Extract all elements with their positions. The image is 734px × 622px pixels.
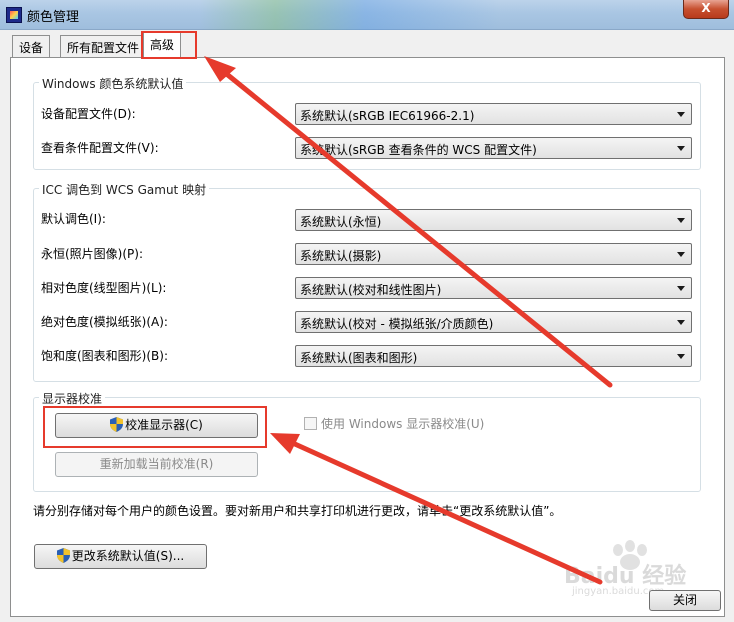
- perceptual-value: 系统默认(摄影): [300, 249, 382, 263]
- chevron-down-icon: [677, 320, 685, 325]
- saturation-label: 饱和度(图表和图形)(B):: [41, 349, 169, 363]
- default-intent-select[interactable]: 系统默认(永恒): [295, 209, 692, 231]
- saturation-value: 系统默认(图表和图形): [300, 351, 418, 365]
- windows-defaults-title: Windows 颜色系统默认值: [39, 75, 187, 92]
- absolute-colorimetric-label: 绝对色度(模拟纸张)(A):: [41, 315, 168, 329]
- default-intent-value: 系统默认(永恒): [300, 215, 382, 229]
- perceptual-label: 永恒(照片图像)(P):: [41, 247, 144, 261]
- chevron-down-icon: [677, 146, 685, 151]
- tab-label: 所有配置文件: [67, 41, 140, 55]
- chevron-down-icon: [677, 218, 685, 223]
- viewing-conditions-select[interactable]: 系统默认(sRGB 查看条件的 WCS 配置文件): [295, 137, 692, 159]
- device-profile-select[interactable]: 系统默认(sRGB IEC61966-2.1): [295, 103, 692, 125]
- use-windows-calibration-checkbox[interactable]: [304, 417, 317, 430]
- absolute-colorimetric-value: 系统默认(校对 - 模拟纸张/介质颜色): [300, 317, 494, 331]
- use-windows-calibration-label: 使用 Windows 显示器校准(U): [321, 417, 485, 431]
- title-bar-background: [200, 0, 500, 30]
- device-profile-label: 设备配置文件(D):: [41, 107, 136, 121]
- tab-advanced-highlight: [141, 31, 197, 59]
- reload-calibration-button[interactable]: 重新加载当前校准(R): [55, 452, 258, 477]
- absolute-colorimetric-select[interactable]: 系统默认(校对 - 模拟纸张/介质颜色): [295, 311, 692, 333]
- chevron-down-icon: [677, 354, 685, 359]
- tab-all-profiles[interactable]: 所有配置文件: [60, 35, 147, 57]
- info-text: 请分别存储对每个用户的颜色设置。要对新用户和共享打印机进行更改，请单击“更改系统…: [33, 504, 562, 518]
- relative-colorimetric-label: 相对色度(线型图片)(L):: [41, 281, 167, 295]
- change-system-defaults-label: 更改系统默认值(S)...: [71, 549, 185, 563]
- uac-shield-icon: [56, 548, 70, 563]
- chevron-down-icon: [677, 112, 685, 117]
- calibrate-button-highlight: [43, 406, 267, 448]
- viewing-conditions-label: 查看条件配置文件(V):: [41, 141, 159, 155]
- relative-colorimetric-select[interactable]: 系统默认(校对和线性图片): [295, 277, 692, 299]
- window-close-button[interactable]: X: [683, 0, 729, 19]
- relative-colorimetric-value: 系统默认(校对和线性图片): [300, 283, 442, 297]
- window-title: 颜色管理: [27, 10, 80, 25]
- device-profile-value: 系统默认(sRGB IEC61966-2.1): [300, 109, 475, 123]
- close-button-label: 关闭: [672, 593, 697, 607]
- default-intent-label: 默认调色(I):: [41, 212, 106, 226]
- viewing-conditions-value: 系统默认(sRGB 查看条件的 WCS 配置文件): [300, 143, 537, 157]
- icc-mapping-title: ICC 调色到 WCS Gamut 映射: [39, 181, 210, 198]
- tab-label: 设备: [19, 41, 44, 55]
- chevron-down-icon: [677, 252, 685, 257]
- change-system-defaults-button[interactable]: 更改系统默认值(S)...: [34, 544, 207, 569]
- perceptual-select[interactable]: 系统默认(摄影): [295, 243, 692, 265]
- close-button[interactable]: 关闭: [649, 590, 721, 611]
- display-calibration-title: 显示器校准: [39, 390, 106, 407]
- chevron-down-icon: [677, 286, 685, 291]
- tab-devices[interactable]: 设备: [12, 35, 51, 57]
- saturation-select[interactable]: 系统默认(图表和图形): [295, 345, 692, 367]
- color-management-icon: [6, 7, 22, 23]
- reload-calibration-label: 重新加载当前校准(R): [99, 457, 214, 471]
- title-bar[interactable]: 颜色管理 X: [0, 0, 734, 30]
